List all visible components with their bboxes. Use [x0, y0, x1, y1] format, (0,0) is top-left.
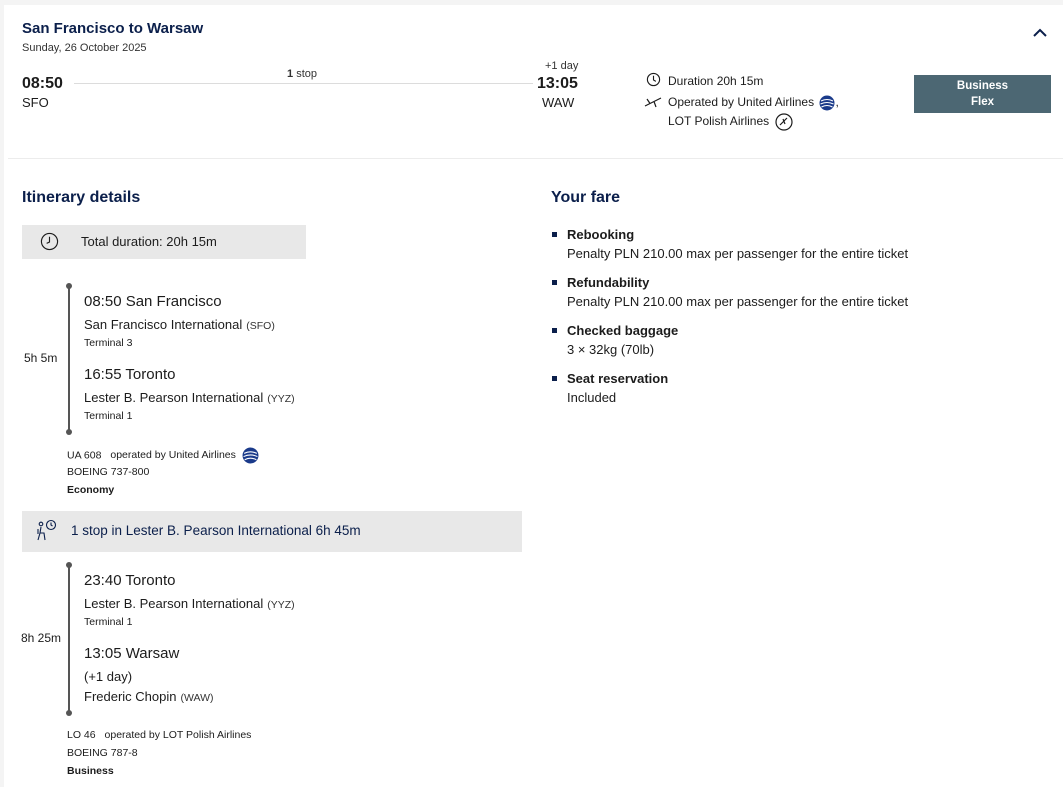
timeline-line	[68, 566, 70, 712]
section-divider	[8, 158, 1063, 159]
clock-icon	[40, 232, 59, 251]
fare-item-title: Seat reservation	[567, 371, 669, 386]
airport-name: Lester B. Pearson International	[84, 596, 264, 611]
depart-code: SFO	[22, 95, 49, 110]
arrival-terminal: Terminal 1	[84, 410, 133, 422]
airport-name: Frederic Chopin	[84, 689, 177, 704]
flight-number: LO 46	[67, 729, 96, 741]
segment-arrival: 13:05 Warsaw	[84, 645, 180, 662]
fare-item-title: Refundability	[567, 275, 650, 290]
route-line	[74, 83, 533, 84]
bullet	[552, 232, 557, 237]
plane-icon	[644, 97, 662, 108]
segment-duration: 5h 5m	[24, 351, 58, 365]
airport-code: (WAW)	[180, 692, 214, 704]
fare-badge[interactable]: Business Flex	[914, 75, 1051, 113]
airport-name: Lester B. Pearson International	[84, 390, 264, 405]
arrive-code: WAW	[542, 95, 575, 110]
fare-badge-line1: Business	[956, 80, 1009, 92]
flight-info: LO 46 operated by LOT Polish Airlines	[67, 729, 251, 741]
fare-item-text: Penalty PLN 210.00 max per passenger for…	[567, 294, 909, 309]
departure-terminal: Terminal 1	[84, 616, 133, 628]
airport-code: (SFO)	[246, 320, 275, 332]
fare-item-title: Checked baggage	[567, 323, 679, 338]
cabin-class: Economy	[67, 484, 115, 496]
arrival-airport: Frederic Chopin (WAW)	[84, 689, 214, 704]
lot-logo-icon	[774, 113, 793, 131]
timeline-line	[68, 287, 70, 431]
layover-icon	[37, 519, 57, 541]
operated-by: operated by LOT Polish Airlines	[104, 729, 252, 741]
layover-box: 1 stop in Lester B. Pearson Internationa…	[22, 511, 522, 552]
departure-terminal: Terminal 3	[84, 337, 133, 349]
flight-number: UA 608	[67, 449, 102, 462]
bullet	[552, 328, 557, 333]
operated-by: operated by United Airlines	[110, 449, 236, 462]
arrival-plus-day: (+1 day)	[84, 669, 133, 684]
flight-info: UA 608 operated by United Airlines	[67, 447, 259, 464]
flight-date: Sunday, 26 October 2025	[22, 42, 147, 54]
operated-by-info: Operated by United Airlines ,	[668, 95, 839, 111]
airport-code: (YYZ)	[267, 599, 295, 611]
arrival-airport: Lester B. Pearson International (YYZ)	[84, 390, 295, 405]
operated-by-text: Operated by United Airlines	[668, 95, 815, 110]
depart-time: 08:50	[22, 75, 63, 92]
fare-item-text: Penalty PLN 210.00 max per passenger for…	[567, 246, 909, 261]
united-logo-icon	[819, 95, 835, 111]
cabin-class: Business	[67, 765, 114, 777]
fare-item-text: Included	[567, 390, 617, 405]
segment-arrival: 16:55 Toronto	[84, 366, 176, 383]
layover-text: 1 stop in Lester B. Pearson Internationa…	[71, 523, 361, 538]
flight-card: San Francisco to Warsaw Sunday, 26 Octob…	[4, 5, 1063, 787]
total-duration-text: Total duration: 20h 15m	[81, 234, 217, 249]
aircraft-type: BOEING 737-800	[67, 466, 150, 478]
route-title: San Francisco to Warsaw	[22, 20, 204, 37]
aircraft-type: BOEING 787-8	[67, 747, 138, 759]
airport-name: San Francisco International	[84, 317, 243, 332]
itinerary-heading: Itinerary details	[22, 189, 141, 206]
total-duration-box: Total duration: 20h 15m	[22, 225, 306, 259]
arrive-time: 13:05	[537, 75, 578, 92]
stops-text: stop	[296, 68, 317, 80]
stops-count: 1	[287, 68, 294, 80]
segment-departure: 23:40 Toronto	[84, 572, 176, 589]
duration-info: Duration 20h 15m	[668, 74, 764, 88]
clock-icon	[646, 72, 661, 87]
timeline-dot	[66, 710, 72, 716]
timeline-dot	[66, 429, 72, 435]
departure-airport: San Francisco International (SFO)	[84, 317, 275, 332]
segment-departure: 08:50 San Francisco	[84, 293, 222, 310]
segment-duration: 8h 25m	[21, 631, 62, 645]
operated-by-second: LOT Polish Airlines	[668, 113, 793, 131]
lot-airline-text: LOT Polish Airlines	[668, 114, 770, 129]
bullet	[552, 376, 557, 381]
fare-heading: Your fare	[551, 189, 621, 206]
stops-label: 1 stop	[287, 68, 317, 80]
united-logo-icon	[242, 447, 259, 464]
fare-item-title: Rebooking	[567, 227, 635, 242]
airport-code: (YYZ)	[267, 393, 295, 405]
fare-item-text: 3 × 32kg (70lb)	[567, 342, 655, 357]
fare-badge-line2: Flex	[970, 96, 994, 108]
operated-by-comma: ,	[835, 95, 839, 110]
plus-day-label: +1 day	[545, 60, 579, 72]
chevron-up-icon[interactable]	[1030, 23, 1050, 43]
departure-airport: Lester B. Pearson International (YYZ)	[84, 596, 295, 611]
bullet	[552, 280, 557, 285]
